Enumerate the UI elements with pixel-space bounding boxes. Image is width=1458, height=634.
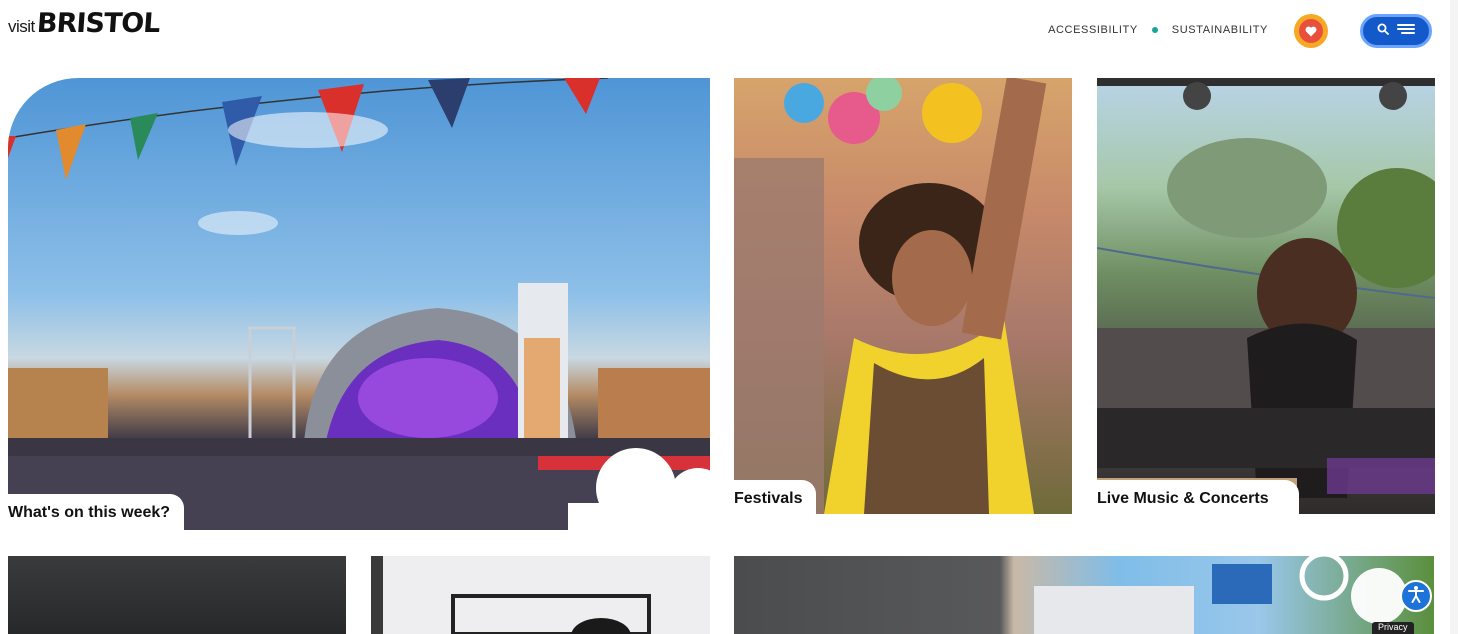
search-menu-button[interactable] xyxy=(1360,14,1432,48)
heart-icon xyxy=(1299,19,1323,43)
accessibility-person-icon xyxy=(1406,584,1426,609)
page-scrollbar[interactable] xyxy=(1450,0,1458,634)
logo-visit-text: visit xyxy=(8,17,35,36)
card-whats-on[interactable]: What's on this week? xyxy=(8,78,710,530)
privacy-badge[interactable]: Privacy xyxy=(1372,622,1414,634)
card-bottom-3[interactable] xyxy=(734,556,1434,634)
nav-accessibility-link[interactable]: ACCESSIBILITY xyxy=(1048,24,1138,36)
card-live-music[interactable]: Live Music & Concerts xyxy=(1097,78,1435,514)
nav-separator-dot xyxy=(1151,27,1158,33)
card-live-music-label: Live Music & Concerts xyxy=(1097,480,1299,514)
favourites-button[interactable] xyxy=(1294,14,1328,48)
concert-stage-image xyxy=(8,78,710,530)
nav-sustainability-link[interactable]: SUSTAINABILITY xyxy=(1172,24,1268,36)
menu-lines-icon xyxy=(1397,22,1415,40)
logo-brand-text: BRISTOL xyxy=(35,8,161,39)
accessibility-widget-button[interactable] xyxy=(1400,580,1432,612)
card-whats-on-label: What's on this week? xyxy=(8,494,185,530)
card-festivals-label: Festivals xyxy=(734,480,817,514)
harbourside-image xyxy=(734,556,1434,634)
festival-dancer-image xyxy=(734,78,1072,514)
gallery-artwork-image xyxy=(371,556,710,634)
top-nav: ACCESSIBILITY SUSTAINABILITY xyxy=(1048,24,1268,36)
card-bottom-1[interactable] xyxy=(8,556,346,634)
theatre-audience-image xyxy=(8,556,346,634)
search-icon xyxy=(1377,22,1389,40)
dj-performer-image xyxy=(1097,78,1435,514)
card-bottom-2[interactable] xyxy=(371,556,710,634)
card-festivals[interactable]: Festivals xyxy=(734,78,1072,514)
site-logo[interactable]: visit BRISTOL xyxy=(8,8,161,39)
